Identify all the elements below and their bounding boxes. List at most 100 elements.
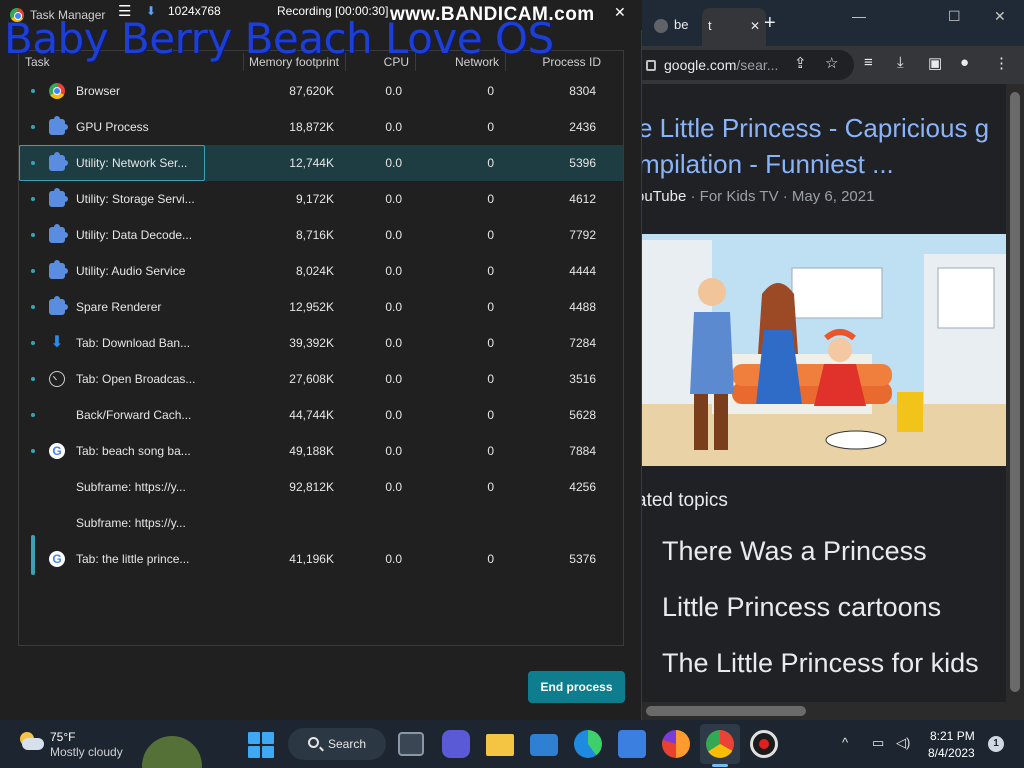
result-meta: ouTube · For Kids TV · May 6, 2021 — [642, 188, 874, 205]
process-network: 0 — [487, 84, 494, 98]
process-row[interactable]: Spare Renderer 12,952K 0.0 0 4488 — [19, 289, 623, 325]
end-process-button[interactable]: End process — [528, 671, 625, 703]
process-cpu: 0.0 — [385, 192, 402, 206]
process-memory: 44,744K — [289, 408, 334, 422]
profile-icon[interactable]: ● — [960, 54, 969, 71]
process-memory: 92,812K — [289, 480, 334, 494]
minimize-icon[interactable]: — — [852, 8, 866, 24]
process-memory: 18,872K — [289, 120, 334, 134]
tab-label: t — [708, 18, 712, 33]
process-network: 0 — [487, 372, 494, 386]
reading-list-icon[interactable]: ≡ — [864, 54, 873, 71]
process-row[interactable]: Subframe: https://y... — [19, 505, 623, 541]
process-memory: 8,024K — [295, 264, 334, 278]
os-watermark-text: Baby Berry Beach Love OS — [4, 14, 554, 63]
microsoft-store-icon[interactable] — [618, 730, 646, 758]
process-row[interactable]: Browser 87,620K 0.0 0 8304 — [19, 73, 623, 109]
process-row[interactable]: Back/Forward Cach... 44,744K 0.0 0 5628 — [19, 397, 623, 433]
process-network: 0 — [487, 120, 494, 134]
share-icon[interactable]: ⇪ — [794, 54, 807, 72]
process-row[interactable]: Tab: Open Broadcas... 27,608K 0.0 0 3516 — [19, 361, 623, 397]
process-row[interactable]: G Tab: beach song ba... 49,188K 0.0 0 7884 — [19, 433, 623, 469]
row-indicator-dot — [31, 233, 35, 237]
close-window-icon[interactable]: ✕ — [994, 8, 1006, 25]
process-id: 7792 — [569, 228, 596, 242]
process-row[interactable]: ⬇ Tab: Download Ban... 39,392K 0.0 0 7284 — [19, 325, 623, 361]
weather-cloudy-icon[interactable] — [18, 732, 44, 752]
related-topic-1[interactable]: There Was a Princess — [662, 536, 927, 567]
process-task-name: Tab: the little prince... — [76, 552, 190, 566]
close-tab-icon[interactable]: ✕ — [750, 8, 760, 44]
process-cpu: 0.0 — [385, 372, 402, 386]
maximize-icon[interactable]: ☐ — [948, 8, 961, 25]
address-bar[interactable]: google.com/sear... — [642, 50, 854, 80]
clock-date[interactable]: 8/4/2023 — [928, 746, 975, 760]
bookmark-star-icon[interactable]: ☆ — [825, 54, 838, 72]
weather-description[interactable]: Mostly cloudy — [50, 745, 123, 759]
new-tab-icon[interactable]: + — [764, 12, 776, 35]
vertical-scrollbar[interactable] — [1006, 84, 1024, 720]
extension-icon — [49, 116, 68, 135]
search-results: e Little Princess - Capricious g mpilati… — [642, 84, 1006, 704]
related-topic-3[interactable]: The Little Princess for kids — [662, 648, 979, 679]
process-id: 4444 — [569, 264, 596, 278]
process-id: 7284 — [569, 336, 596, 350]
chrome-taskbar-icon[interactable] — [706, 730, 734, 758]
google-icon: G — [49, 443, 65, 459]
file-explorer-icon[interactable] — [486, 734, 514, 756]
process-cpu: 0.0 — [385, 264, 402, 278]
task-view-icon[interactable] — [398, 732, 424, 756]
process-row[interactable]: Utility: Audio Service 8,024K 0.0 0 4444 — [19, 253, 623, 289]
task-manager-window: Task Manager ☰ ⬇ 1024x768 Recording [00:… — [0, 0, 642, 720]
process-task-name: Tab: Open Broadcas... — [76, 372, 196, 386]
process-memory: 49,188K — [289, 444, 334, 458]
process-row[interactable]: Subframe: https://y... 92,812K 0.0 0 4256 — [19, 469, 623, 505]
process-task-name: Tab: beach song ba... — [76, 444, 191, 458]
video-thumbnail[interactable] — [642, 234, 1006, 466]
process-row[interactable]: Utility: Data Decode... 8,716K 0.0 0 7792 — [19, 217, 623, 253]
edge-browser-icon[interactable] — [574, 730, 602, 758]
extension-icon — [49, 260, 68, 279]
browser-tab-2[interactable]: t ✕ — [702, 8, 766, 46]
chrome-icon — [49, 83, 65, 99]
process-row[interactable]: G Tab: the little prince... 41,196K 0.0 0 537… — [19, 541, 623, 577]
browser-tab-1[interactable]: be — [648, 10, 702, 40]
process-row[interactable]: Utility: Storage Servi... 9,172K 0.0 0 4612 — [19, 181, 623, 217]
side-panel-icon[interactable]: ▣ — [928, 54, 942, 72]
result-title-line2: mpilation - Funniest ... — [642, 149, 894, 179]
clock-time[interactable]: 8:21 PM — [930, 729, 975, 743]
horizontal-scrollbar[interactable] — [642, 702, 1006, 720]
menu-kebab-icon[interactable]: ⋮ — [994, 54, 1009, 72]
process-cpu: 0.0 — [385, 156, 402, 170]
process-network: 0 — [487, 552, 494, 566]
process-cpu: 0.0 — [385, 84, 402, 98]
result-source: ouTube — [642, 188, 687, 205]
row-indicator-dot — [31, 449, 35, 453]
browser-tab-strip: be t ✕ + — ☐ ✕ — [642, 0, 1024, 46]
start-windows-icon[interactable] — [248, 732, 274, 758]
bandicam-record-icon[interactable] — [750, 730, 778, 758]
network-icon[interactable]: ▭ — [872, 735, 884, 751]
process-row[interactable]: GPU Process 18,872K 0.0 0 2436 — [19, 109, 623, 145]
volume-icon[interactable]: ◁) — [896, 735, 910, 751]
firefox-icon[interactable] — [662, 730, 690, 758]
process-memory: 41,196K — [289, 552, 334, 566]
close-icon[interactable]: ✕ — [614, 4, 626, 21]
process-task-name: Subframe: https://y... — [76, 516, 186, 530]
mail-icon[interactable] — [530, 734, 558, 756]
notification-badge[interactable]: 1 — [988, 736, 1004, 752]
download-icon[interactable]: ⤓ — [897, 54, 904, 71]
related-topic-2[interactable]: Little Princess cartoons — [662, 592, 941, 623]
process-memory — [243, 505, 334, 541]
weather-temperature[interactable]: 75°F — [50, 730, 75, 744]
process-cpu: 0.0 — [385, 336, 402, 350]
windows-taskbar: 75°F Mostly cloudy Search ^ ▭ ◁) 8:21 PM… — [0, 720, 1024, 768]
result-title[interactable]: e Little Princess - Capricious g mpilati… — [642, 110, 989, 182]
row-indicator-dot — [31, 197, 35, 201]
show-hidden-icons-chevron-icon[interactable]: ^ — [842, 735, 848, 750]
horizontal-scroll-thumb[interactable] — [646, 706, 806, 716]
process-id: 2436 — [569, 120, 596, 134]
taskbar-search-button[interactable]: Search — [288, 728, 386, 760]
vertical-scroll-thumb[interactable] — [1010, 92, 1020, 692]
teams-chat-icon[interactable] — [442, 730, 470, 758]
